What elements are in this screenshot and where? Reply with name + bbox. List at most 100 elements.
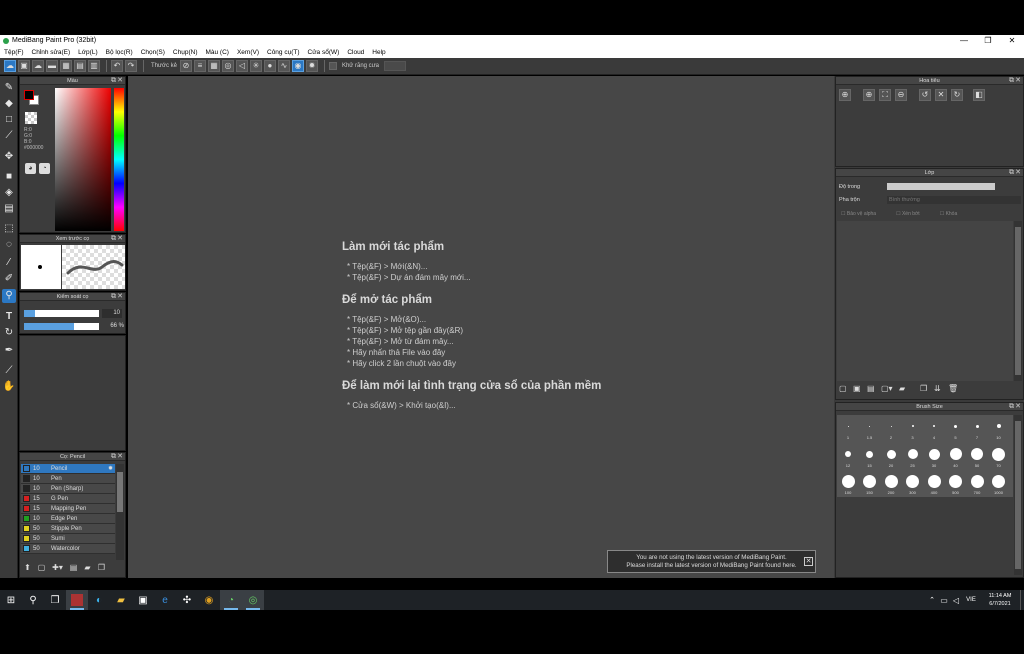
brush-list-item[interactable]: 10 Edge Pen	[21, 514, 115, 524]
antialias-dropdown[interactable]	[384, 61, 407, 71]
scrollbar-thumb[interactable]	[1015, 421, 1021, 569]
task-view-icon[interactable]: ❐	[44, 590, 66, 610]
text-tool-icon[interactable]: T	[2, 310, 16, 324]
layer-opacity-slider[interactable]	[887, 183, 995, 190]
new-halftone-layer-icon[interactable]: ▣	[853, 384, 864, 393]
gradient-tool-icon[interactable]: ▤	[2, 202, 16, 216]
eraser-tool-icon[interactable]: ◆	[2, 97, 16, 111]
language-indicator[interactable]: VIE	[962, 590, 980, 610]
lock-checkbox[interactable]: ☐ Khóa	[940, 211, 958, 217]
menu-filter[interactable]: Bộ lọc(R)	[106, 49, 133, 56]
float-icon[interactable]: ⧉	[111, 293, 116, 301]
welcome-item[interactable]: * Tệp(&F) > Mới(&N)...	[347, 262, 427, 271]
brush-settings-icon[interactable]: ✹	[108, 465, 113, 472]
menu-help[interactable]: Help	[372, 49, 385, 56]
close-icon[interactable]: ✕	[1015, 169, 1021, 177]
save-icon[interactable]: ▣	[18, 60, 30, 72]
layer-scrollbar[interactable]	[1014, 221, 1022, 381]
folder-icon[interactable]: ▰	[82, 563, 93, 574]
upload-icon[interactable]: ⬆	[22, 563, 33, 574]
close-notification-icon[interactable]: ✕	[804, 557, 813, 566]
brush-size-cell[interactable]: 50	[967, 445, 987, 470]
brush-size-cell[interactable]: 100	[838, 472, 858, 497]
float-icon[interactable]: ⧉	[111, 235, 116, 243]
float-icon[interactable]: ⧉	[1009, 77, 1014, 85]
restore-button[interactable]: ❐	[976, 36, 1000, 45]
brush-size-cell[interactable]: 200	[881, 472, 901, 497]
layout-icon[interactable]: ▥	[88, 60, 100, 72]
eyedropper-tool-icon[interactable]: ⟋	[2, 364, 16, 378]
puzzle-app-icon[interactable]: ✣	[176, 590, 198, 610]
fill-rect-icon[interactable]: ■	[2, 170, 16, 184]
delete-layer-icon[interactable]: 🗑	[948, 384, 959, 393]
foreground-color-swatch[interactable]	[24, 90, 34, 100]
medibang-icon[interactable]: ◔	[220, 590, 242, 610]
welcome-item[interactable]: * Tệp(&F) > Dự án đám mây mới...	[347, 273, 471, 282]
dot-tool-icon[interactable]: □	[2, 113, 16, 127]
ruler-circle-icon[interactable]: ●	[263, 60, 276, 72]
update-notification[interactable]: You are not using the latest version of …	[607, 550, 816, 573]
close-icon[interactable]: ✕	[117, 293, 123, 301]
undo-icon[interactable]: ↶	[111, 60, 123, 72]
brush-list-item[interactable]: 10 Pen (Sharp)	[21, 484, 115, 494]
palette-icon[interactable]: ◕	[25, 163, 36, 174]
fit-icon[interactable]: ⛶	[879, 89, 891, 101]
close-icon[interactable]: ✕	[117, 235, 123, 243]
brush-size-cell[interactable]: 30	[924, 445, 944, 470]
clipping-checkbox[interactable]: ☐ Xén bớt	[896, 211, 920, 217]
duplicate-layer-icon[interactable]: ❐	[920, 384, 931, 393]
brush-list-item[interactable]: 15 Mapping Pen	[21, 504, 115, 514]
brush-size-cell[interactable]: 1000	[989, 472, 1009, 497]
menu-edit[interactable]: Chỉnh sửa(E)	[32, 49, 71, 56]
menu-file[interactable]: Tệp(F)	[4, 49, 24, 56]
welcome-item[interactable]: * Tệp(&F) > Mở từ đám mây...	[347, 337, 454, 346]
menu-window[interactable]: Cửa sổ(W)	[308, 49, 340, 56]
line-tool-icon[interactable]: ⟋	[2, 129, 16, 143]
edge-icon[interactable]: ◐	[88, 590, 110, 610]
new-brush-icon[interactable]: ▢	[36, 563, 47, 574]
menu-cloud[interactable]: Cloud	[347, 49, 364, 56]
menu-select[interactable]: Chọn(S)	[141, 49, 165, 56]
menu-view[interactable]: Xem(V)	[237, 49, 259, 56]
brush-size-cell[interactable]: 7	[967, 417, 987, 442]
close-icon[interactable]: ✕	[1015, 77, 1021, 85]
close-icon[interactable]: ✕	[117, 77, 123, 85]
rotate-left-icon[interactable]: ↺	[919, 89, 931, 101]
brush-list-item[interactable]: 15 G Pen	[21, 494, 115, 504]
panel-divider-icon[interactable]: ✒	[2, 344, 16, 358]
close-button[interactable]: ✕	[1000, 36, 1024, 45]
brush-size-cell[interactable]: 500	[946, 472, 966, 497]
hue-slider[interactable]	[114, 88, 124, 231]
size-value[interactable]: 10	[102, 309, 122, 318]
brush-size-cell[interactable]: 5	[946, 417, 966, 442]
brush-size-cell[interactable]: 2	[881, 417, 901, 442]
ie-icon[interactable]: e	[154, 590, 176, 610]
ruler-radial-icon[interactable]: ✳	[249, 60, 262, 72]
scrollbar-thumb[interactable]	[117, 472, 123, 512]
brush-list-item[interactable]: 10 Pencil ✹	[21, 464, 115, 474]
transparent-color-swatch[interactable]	[25, 112, 37, 124]
eyedropper-active-icon[interactable]: ⚲	[2, 289, 16, 303]
close-icon[interactable]: ✕	[1015, 403, 1021, 411]
canvas-area[interactable]	[128, 76, 834, 578]
redo-icon[interactable]: ↷	[125, 60, 137, 72]
show-desktop-button[interactable]	[1020, 590, 1024, 610]
ruler-perspective-icon[interactable]: ◁	[235, 60, 248, 72]
opacity-slider[interactable]	[24, 323, 99, 330]
brush-list-item[interactable]: 10 Pen	[21, 474, 115, 484]
brush-size-cell[interactable]: 1	[838, 417, 858, 442]
zoom-out-icon[interactable]: ⊖	[895, 89, 907, 101]
brush-size-cell[interactable]: 12	[838, 445, 858, 470]
rotate-right-icon[interactable]: ↻	[951, 89, 963, 101]
layer-folder-icon[interactable]: ▰	[899, 384, 910, 393]
add-layer-menu-icon[interactable]: ▢▾	[881, 384, 896, 393]
cloud-save-icon[interactable]: ☁	[32, 60, 44, 72]
close-icon[interactable]: ✕	[117, 453, 123, 461]
brush-size-cell[interactable]: 700	[967, 472, 987, 497]
menu-color[interactable]: Màu (C)	[205, 49, 228, 56]
windows-start-icon[interactable]: ⊞	[0, 590, 22, 610]
zoom-icon[interactable]: ⊕	[863, 89, 875, 101]
brush-size-cell[interactable]: 1.5	[860, 417, 880, 442]
blend-dropdown[interactable]: Bình thường	[887, 196, 1021, 204]
size-slider[interactable]	[24, 310, 99, 317]
